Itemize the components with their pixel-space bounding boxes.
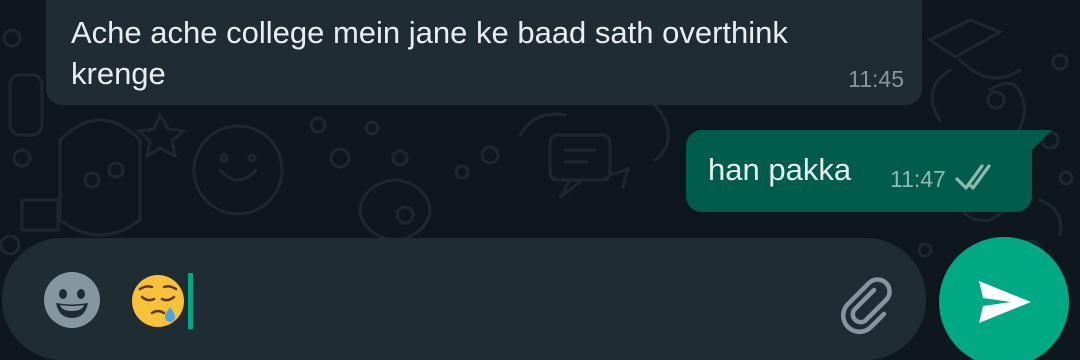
text-caret [188, 273, 193, 329]
message-text: han pakka [708, 152, 852, 187]
message-outgoing[interactable]: han pakka 11:47 [686, 130, 1052, 212]
bubble-tail [1032, 130, 1052, 150]
paperclip-icon[interactable] [834, 270, 898, 334]
send-button[interactable] [939, 237, 1069, 360]
message-input-bar[interactable]: 😪 [2, 238, 926, 360]
message-text: Ache ache college mein jane ke baad sath… [71, 15, 788, 91]
message-input[interactable]: 😪 [130, 272, 193, 330]
smiley-icon[interactable] [42, 270, 102, 330]
send-icon [979, 281, 1031, 323]
message-time: 11:47 [890, 166, 946, 192]
message-incoming[interactable]: Ache ache college mein jane ke baad sath… [46, 0, 922, 105]
sleepy-face-emoji [132, 275, 184, 327]
chat-screen: Ache ache college mein jane ke baad sath… [0, 0, 1080, 360]
message-time: 11:45 [848, 66, 904, 92]
double-check-icon [955, 164, 991, 190]
